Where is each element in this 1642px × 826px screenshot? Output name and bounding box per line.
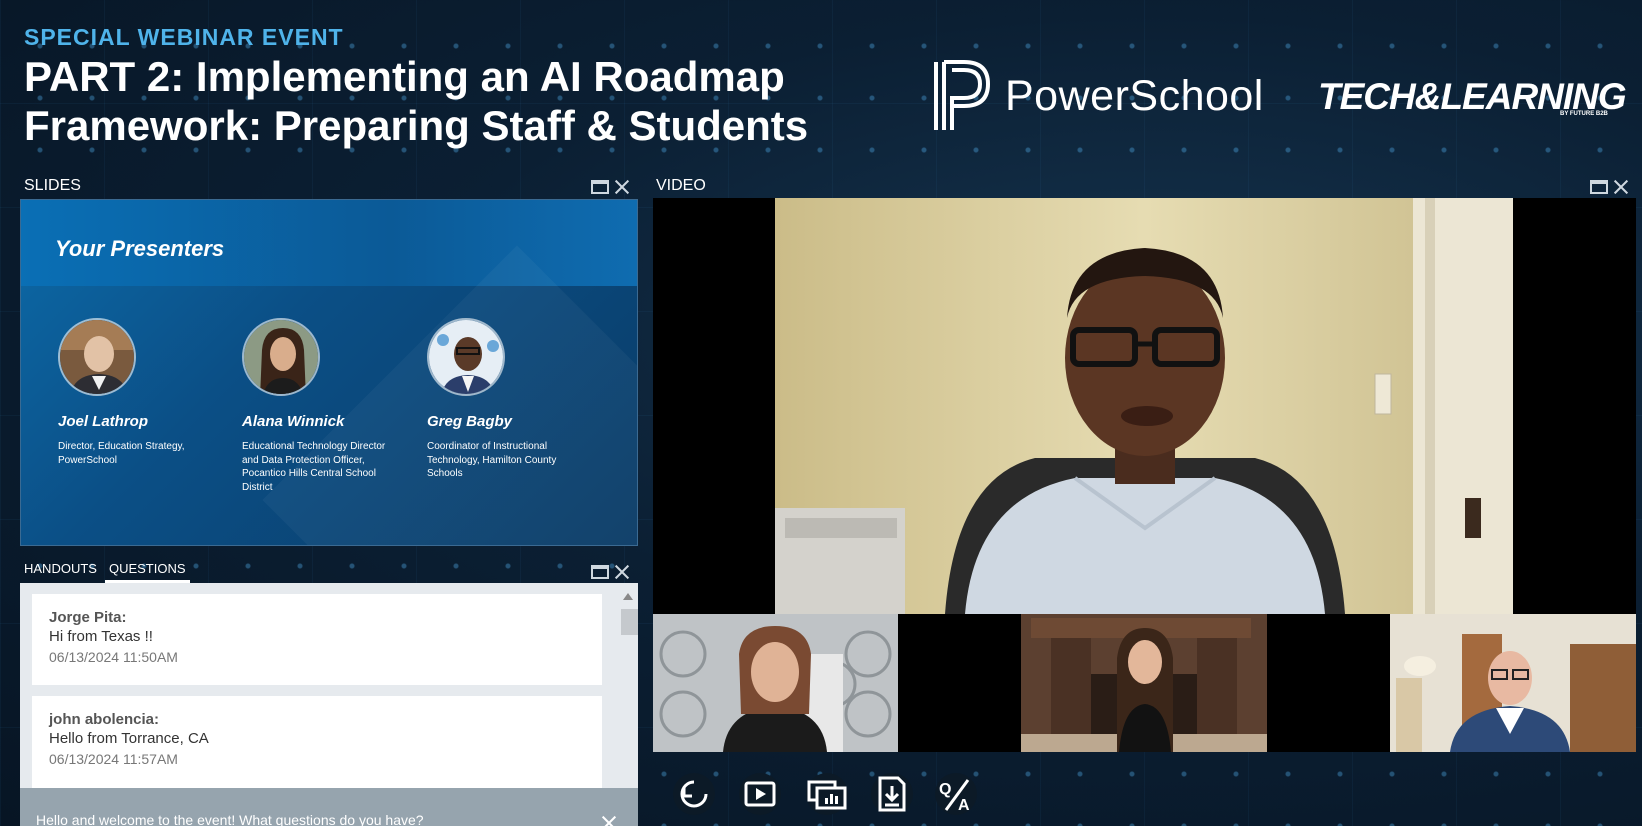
event-title: PART 2: Implementing an AI Roadmap Frame… bbox=[24, 52, 884, 150]
play-icon[interactable] bbox=[738, 772, 782, 816]
questions-list: Jorge Pita: Hi from Texas !! 06/13/2024 … bbox=[20, 583, 638, 788]
slide-content: Your Presenters Joel Lathrop Director, E… bbox=[20, 199, 638, 546]
participant-video-icon bbox=[653, 614, 898, 752]
event-eyebrow: SPECIAL WEBINAR EVENT bbox=[24, 24, 344, 50]
presenter-name: Joel Lathrop bbox=[58, 413, 149, 430]
svg-text:Q: Q bbox=[939, 781, 951, 798]
participant-video[interactable] bbox=[1390, 614, 1636, 752]
replay-icon[interactable] bbox=[672, 772, 716, 816]
avatar bbox=[58, 318, 136, 396]
powerschool-wordmark: PowerSchool bbox=[1005, 72, 1264, 120]
maximize-icon[interactable] bbox=[1590, 180, 1608, 194]
video-panel-label: VIDEO bbox=[656, 177, 706, 194]
scroll-thumb[interactable] bbox=[621, 609, 638, 635]
video-spacer bbox=[1267, 614, 1390, 752]
question-text: Hello from Torrance, CA bbox=[49, 730, 209, 747]
presenter-name: Greg Bagby bbox=[427, 413, 513, 430]
avatar bbox=[242, 318, 320, 396]
event-title-line2: Framework: Preparing Staff & Students bbox=[24, 102, 809, 149]
presenter-role: Educational Technology Director and Data… bbox=[242, 441, 386, 493]
presenter-card: Joel Lathrop Director, Education Strateg… bbox=[58, 318, 228, 467]
event-header: SPECIAL WEBINAR EVENT PART 2: Implementi… bbox=[0, 0, 1642, 160]
participant-video[interactable] bbox=[1021, 614, 1267, 752]
video-panel-header: VIDEO bbox=[656, 174, 706, 198]
participant-video-icon bbox=[1390, 614, 1636, 752]
qa-icon[interactable]: Q A bbox=[934, 772, 978, 816]
event-title-line1: PART 2: Implementing an AI Roadmap bbox=[24, 53, 785, 100]
tab-questions[interactable]: QUESTIONS bbox=[104, 557, 190, 583]
participant-video[interactable] bbox=[653, 614, 898, 752]
close-icon[interactable] bbox=[615, 180, 629, 194]
question-text: Hi from Texas !! bbox=[49, 628, 153, 645]
presenter-card: Greg Bagby Coordinator of Instructional … bbox=[427, 318, 597, 481]
welcome-message: Hello and welcome to the event! What que… bbox=[36, 812, 424, 826]
list-item: john abolencia: Hello from Torrance, CA … bbox=[32, 696, 602, 788]
tab-handouts[interactable]: HANDOUTS bbox=[20, 557, 101, 583]
speaker-video-icon bbox=[775, 198, 1513, 614]
video-panel-controls bbox=[1590, 180, 1628, 194]
close-icon[interactable] bbox=[1614, 180, 1628, 194]
question-author: Jorge Pita: bbox=[49, 609, 127, 626]
main-video[interactable] bbox=[653, 198, 1636, 614]
download-icon[interactable] bbox=[870, 772, 914, 816]
presenter-card: Alana Winnick Educational Technology Dir… bbox=[242, 318, 412, 494]
avatar bbox=[427, 318, 505, 396]
question-timestamp: 06/13/2024 11:50AM bbox=[49, 649, 178, 665]
slides-panel-controls bbox=[591, 180, 629, 194]
maximize-icon[interactable] bbox=[591, 565, 609, 579]
questions-panel-controls bbox=[591, 565, 629, 579]
slides-panel-label: SLIDES bbox=[24, 177, 81, 194]
presenter-photo-icon bbox=[244, 320, 318, 394]
close-icon[interactable] bbox=[615, 565, 629, 579]
presenter-role: Director, Education Strategy, PowerSchoo… bbox=[58, 441, 185, 466]
scroll-up-icon[interactable] bbox=[623, 593, 633, 600]
list-item: Jorge Pita: Hi from Texas !! 06/13/2024 … bbox=[32, 594, 602, 685]
close-icon[interactable] bbox=[602, 816, 616, 826]
question-author: john abolencia: bbox=[49, 711, 160, 728]
maximize-icon[interactable] bbox=[591, 180, 609, 194]
slide-title: Your Presenters bbox=[55, 236, 225, 261]
svg-text:A: A bbox=[958, 797, 970, 814]
participant-video-icon bbox=[1021, 614, 1267, 752]
tech-learning-sublogo: BY FUTURE B2B bbox=[1560, 111, 1608, 117]
presenter-name: Alana Winnick bbox=[242, 413, 345, 430]
questions-scrollbar[interactable] bbox=[619, 589, 638, 784]
welcome-message-bar: Hello and welcome to the event! What que… bbox=[20, 788, 638, 826]
powerschool-logo-icon bbox=[934, 60, 991, 130]
presenter-photo-icon bbox=[60, 320, 134, 394]
presenter-photo-icon bbox=[429, 320, 503, 394]
question-timestamp: 06/13/2024 11:57AM bbox=[49, 751, 178, 767]
screens-icon[interactable] bbox=[805, 772, 849, 816]
presenter-role: Coordinator of Instructional Technology,… bbox=[427, 441, 557, 479]
bottom-panel-tabs: HANDOUTS QUESTIONS bbox=[20, 557, 190, 583]
video-spacer bbox=[898, 614, 1021, 752]
slides-panel-header: SLIDES bbox=[24, 174, 81, 198]
